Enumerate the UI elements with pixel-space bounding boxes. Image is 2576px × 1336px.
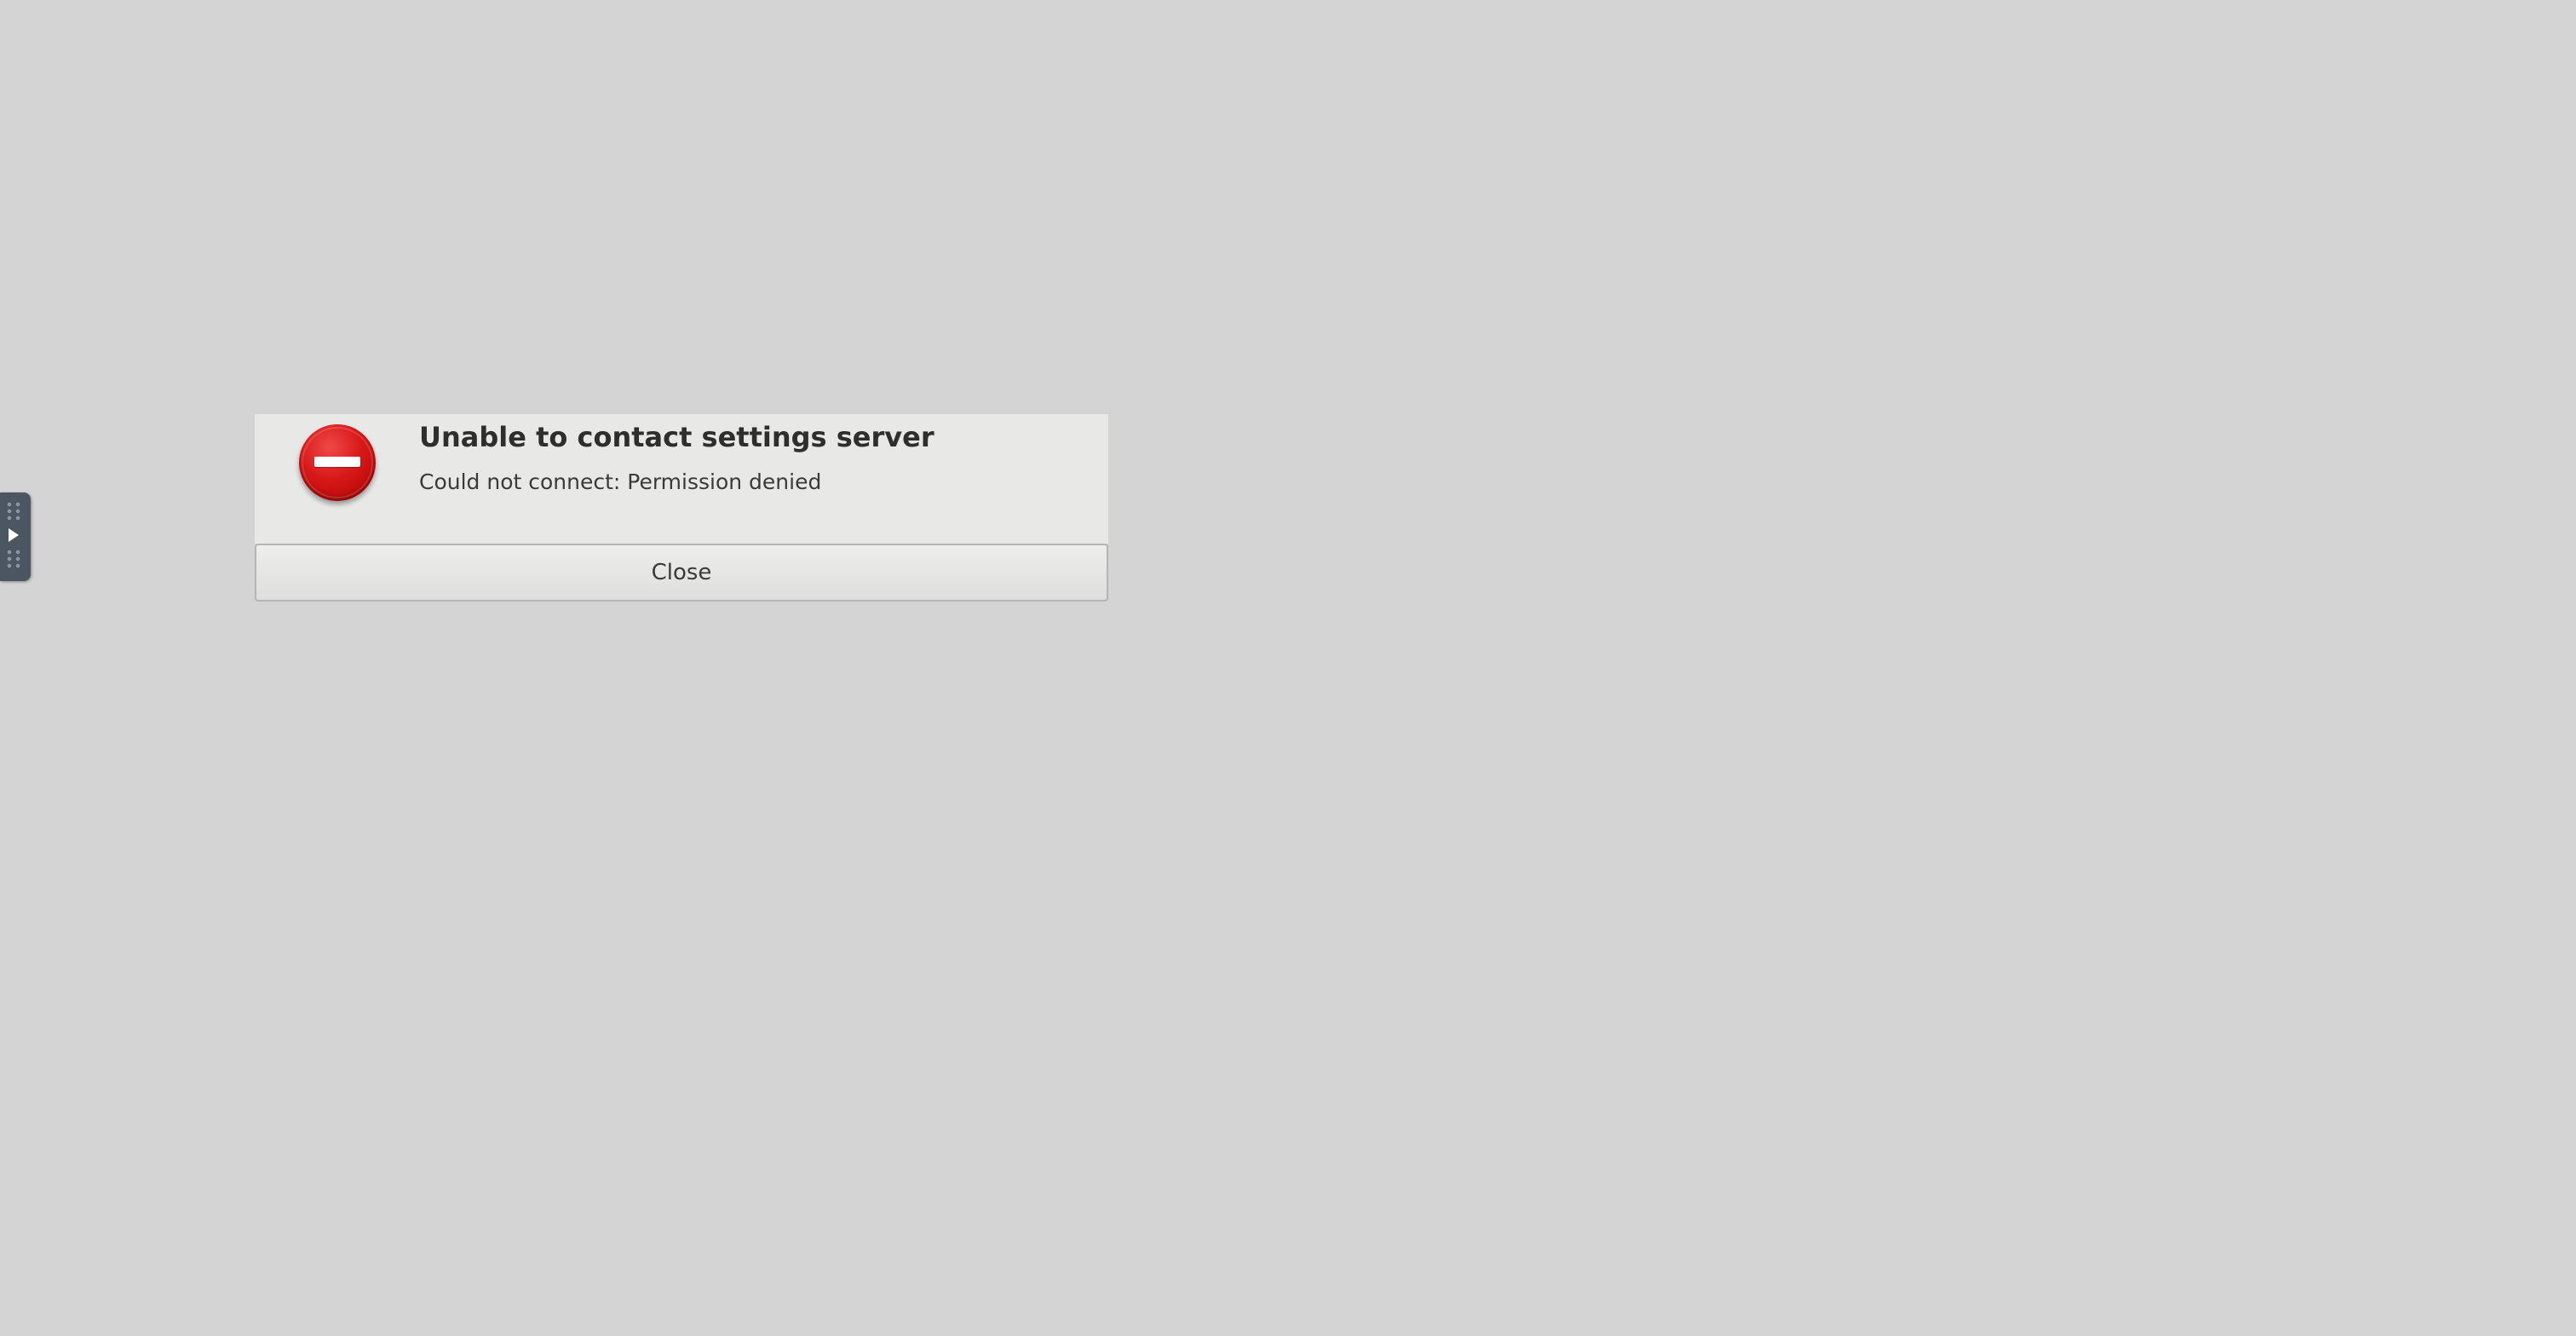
close-button[interactable]: Close [255,544,1108,602]
side-panel-handle[interactable] [0,492,31,581]
error-icon-bar [314,457,360,467]
desktop: Unable to contact settings server Could … [0,0,2576,1336]
arrow-right-icon [9,528,19,542]
error-dialog: Unable to contact settings server Could … [255,414,1108,602]
dialog-title: Unable to contact settings server [419,421,934,453]
grip-dots-top [5,501,22,521]
dialog-message: Could not connect: Permission denied [419,469,822,494]
grip-dots-bottom [5,549,22,569]
error-icon [299,424,376,501]
dialog-content: Unable to contact settings server Could … [255,414,1108,544]
